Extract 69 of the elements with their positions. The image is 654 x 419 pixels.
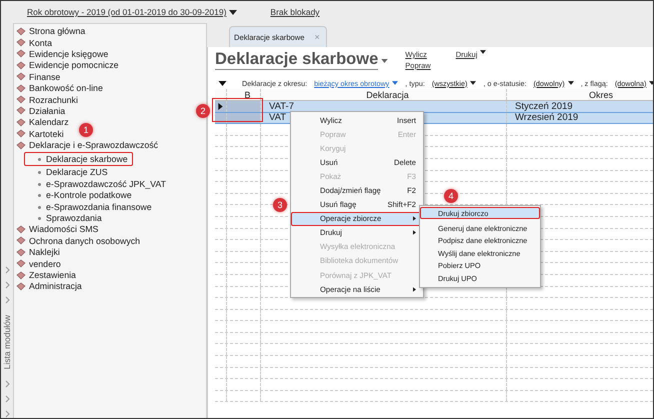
- sidebar-item[interactable]: Ewidencje księgowe: [14, 48, 108, 60]
- column-header[interactable]: Okres: [507, 89, 653, 100]
- submenu-arrow-icon: [413, 216, 416, 222]
- table-cell: VAT-7: [269, 101, 294, 112]
- sidebar-item[interactable]: Administracja: [14, 281, 82, 293]
- sidebar-item[interactable]: Działania: [14, 106, 66, 118]
- sidebar-subitem[interactable]: e-Sprawozdania finansowe: [24, 201, 157, 213]
- sidebar-item[interactable]: Rozrachunki: [14, 94, 78, 106]
- column-header[interactable]: Deklaracja: [261, 89, 507, 100]
- module-list-label[interactable]: Lista modułów: [2, 314, 12, 369]
- sidebar-item[interactable]: Bankowość on-line: [14, 82, 103, 94]
- page-title[interactable]: Deklaracje skarbowe: [215, 50, 378, 70]
- module-icon: [16, 95, 26, 106]
- sidebar-subitem[interactable]: e-Kontrole podatkowe: [24, 190, 137, 202]
- module-icon: [16, 270, 26, 280]
- module-icon: [16, 60, 26, 71]
- table-cell: VAT: [269, 112, 286, 124]
- caret-icon: [470, 81, 476, 85]
- bullet-icon: [38, 217, 41, 220]
- sidebar-item[interactable]: vendero: [14, 258, 61, 270]
- annotation-outline: [212, 98, 263, 122]
- module-icon: [16, 38, 26, 48]
- sidebar-subitem[interactable]: Deklaracje skarbowe: [24, 152, 133, 166]
- caret-icon: [568, 81, 574, 85]
- module-icon: [16, 49, 26, 60]
- table-cell: Wrzesień 2019: [515, 112, 578, 124]
- table-cell: Styczeń 2019: [515, 101, 573, 112]
- sidebar-item[interactable]: Konta: [14, 37, 52, 49]
- caret-icon: [392, 81, 398, 85]
- sidebar-item[interactable]: Wiadomości SMS: [14, 224, 98, 236]
- fiscal-year-link[interactable]: Rok obrotowy - 2019 (od 01-01-2019 do 30-09-2019): [27, 7, 226, 17]
- sidebar-item[interactable]: Ochrona danych osobowych: [14, 236, 140, 248]
- collapse-icon[interactable]: [218, 80, 227, 86]
- submenu-arrow-icon: [413, 230, 416, 236]
- sidebar-item[interactable]: Strona główna: [14, 26, 86, 38]
- module-icon: [16, 236, 26, 246]
- sidebar-subitem[interactable]: Sprawozdania: [24, 212, 107, 224]
- lock-status-link[interactable]: Brak blokady: [270, 7, 320, 17]
- bullet-icon: [38, 182, 41, 186]
- sidebar-subitem[interactable]: Deklaracje ZUS: [24, 167, 113, 179]
- sidebar-item[interactable]: Kalendarz: [14, 117, 69, 129]
- bullet-icon: [38, 206, 41, 209]
- module-icon: [16, 118, 26, 128]
- sidebar-subitem[interactable]: e-Sprawozdawczość JPK_VAT: [24, 178, 171, 190]
- module-icon: [16, 224, 26, 235]
- module-icon: [16, 72, 26, 82]
- module-icon: [16, 259, 26, 270]
- bullet-icon: [38, 194, 41, 198]
- caret-icon: [229, 10, 238, 14]
- module-icon: [16, 140, 26, 151]
- column-header[interactable]: B: [227, 89, 261, 100]
- module-icon: [16, 84, 26, 94]
- sidebar-item[interactable]: Finanse: [14, 72, 60, 83]
- bullet-icon: [38, 158, 41, 161]
- sidebar-item[interactable]: Ewidencje pomocnicze: [14, 60, 118, 72]
- module-icon: [16, 26, 26, 37]
- caret-icon: [480, 50, 486, 54]
- sidebar-item[interactable]: Kartoteki: [14, 128, 64, 140]
- module-icon: [16, 129, 26, 140]
- sidebar-item[interactable]: Deklaracje i e-Sprawozdawczość: [14, 140, 158, 152]
- submenu-arrow-icon: [413, 286, 416, 292]
- bullet-icon: [38, 171, 41, 174]
- module-icon: [16, 282, 26, 292]
- module-icon: [16, 248, 26, 258]
- sidebar-item[interactable]: Zestawienia: [14, 270, 76, 282]
- caret-icon: [381, 59, 388, 63]
- sidebar-item[interactable]: Naklejki: [14, 247, 60, 258]
- module-icon: [16, 106, 26, 116]
- table-row[interactable]: VAT-7 Styczeń 2019: [215, 101, 653, 113]
